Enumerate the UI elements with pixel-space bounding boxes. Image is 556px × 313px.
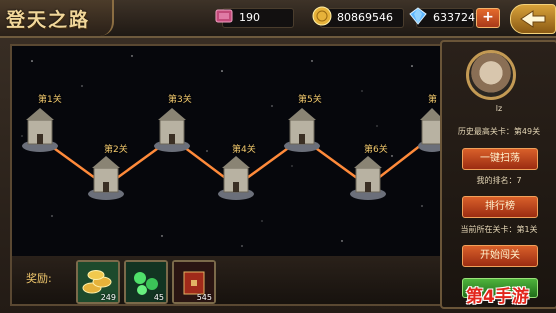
gems-counter: 190 (215, 8, 294, 28)
stage-label-7: 第 (428, 95, 438, 105)
diamond-icon (409, 7, 427, 25)
leaderboard-button[interactable]: 排行榜 (462, 196, 538, 218)
reward-count: 545 (196, 293, 212, 302)
reward-item[interactable]: 45 (124, 260, 168, 304)
rank-text: 我的排名：7 (476, 176, 522, 185)
gold-coin-icon (312, 6, 332, 26)
title-plate: 登天之路 (0, 0, 114, 36)
sweep-button[interactable]: 一键扫荡 (462, 148, 538, 170)
back-arrow-icon (520, 10, 546, 28)
stage-castle-7[interactable] (418, 108, 440, 152)
reward-item[interactable]: 249 (76, 260, 120, 304)
site-watermark: 第4手游 (466, 287, 529, 307)
reward-item[interactable]: 545 (172, 260, 216, 304)
stage-label-4: 第4关 (232, 145, 256, 155)
player-panel: lz 历史最高关卡：第49关 一键扫荡 我的排名：7 排行榜 当前所在关卡：第1… (440, 40, 556, 309)
stage-label-5: 第5关 (298, 95, 322, 105)
best-stage-text: 历史最高关卡：第49关 (457, 127, 541, 136)
diamond-value: 6337247 (433, 11, 482, 24)
stage-label-2: 第2关 (104, 145, 128, 155)
add-diamonds-button[interactable]: + (476, 8, 500, 28)
top-bar: 登天之路 190 80869546 6337247 + (0, 0, 556, 38)
gold-counter: 80869546 (312, 6, 404, 28)
player-name: lz (495, 104, 503, 113)
pink-gem-icon (215, 9, 233, 23)
page-title: 登天之路 (6, 9, 91, 31)
player-avatar[interactable] (466, 50, 516, 100)
start-challenge-button[interactable]: 开始闯关 (462, 245, 538, 267)
stage-label-6: 第6关 (364, 145, 388, 155)
back-button[interactable] (510, 4, 556, 34)
rewards-label: 奖励: (26, 272, 52, 285)
gems-value: 190 (239, 11, 260, 24)
diamond-counter: 6337247 (409, 7, 482, 28)
stage-castle-1[interactable] (22, 108, 58, 152)
reward-count: 45 (153, 293, 164, 302)
stage-castle-3[interactable] (154, 108, 190, 152)
gold-value: 80869546 (337, 11, 393, 24)
stage-castle-5[interactable] (284, 108, 320, 152)
current-stage-text: 当前所在关卡：第1关 (460, 225, 538, 234)
stage-label-1: 第1关 (38, 95, 62, 105)
stage-map: 第1关 第2关 第3关 第4关 第5关 第6关 第 (10, 44, 442, 258)
stage-label-3: 第3关 (168, 95, 192, 105)
reward-count: 249 (100, 293, 116, 302)
rewards-bar: 奖励: 249 45 545 (10, 256, 442, 306)
